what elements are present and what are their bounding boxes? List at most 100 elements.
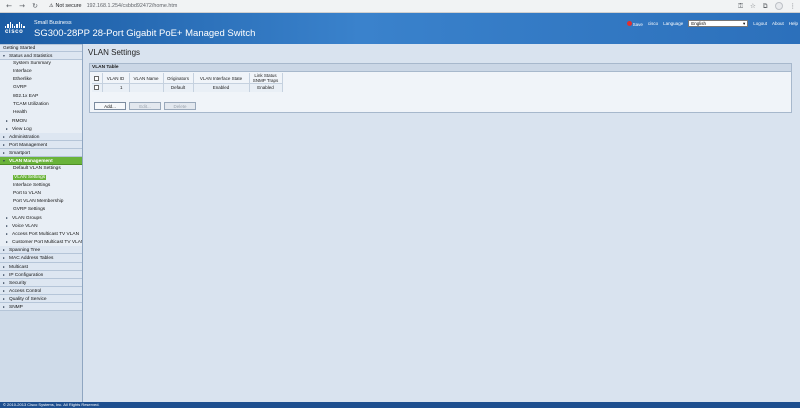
- sidebar-item-label: Administration: [9, 135, 40, 141]
- logo-text: cisco: [5, 29, 24, 35]
- sidebar-item-getting-started[interactable]: Getting Started: [0, 44, 82, 53]
- sidebar-item-health[interactable]: Health: [0, 108, 82, 117]
- sidebar-item-label: 802.1x EAP: [13, 93, 39, 99]
- sidebar-item-label: Customer Port Multicast TV VLAN: [12, 240, 83, 246]
- address-bar[interactable]: ⚠ Not secure 192.168.1.254/csbbd92472/ho…: [49, 2, 177, 11]
- sidebar-item-smartport[interactable]: ▸ Smartport: [0, 149, 82, 158]
- forward-icon[interactable]: →: [17, 1, 27, 11]
- cell-originators: Default: [163, 83, 194, 92]
- sidebar-item-gvrp-settings[interactable]: GVRP Settings: [0, 205, 82, 214]
- sidebar-item-label: Interface: [13, 69, 32, 75]
- select-all-cell: [92, 73, 103, 84]
- sidebar-item-default-vlan-settings[interactable]: Default VLAN Settings: [0, 165, 82, 174]
- sidebar-item-system-summary[interactable]: System Summary: [0, 60, 82, 69]
- add-button[interactable]: Add...: [94, 102, 126, 110]
- col-link-status: Link Status SNMP Traps: [249, 73, 283, 84]
- sidebar-item-security[interactable]: ▸ Security: [0, 278, 82, 287]
- sidebar-item-snmp[interactable]: ▸ SNMP: [0, 303, 82, 312]
- sidebar-item-label: Port Management: [9, 143, 48, 149]
- col-originators: Originators: [163, 73, 194, 84]
- sidebar-item-label: Port VLAN Membership: [13, 198, 64, 204]
- sidebar-item-label: Access Port Multicast TV VLAN: [12, 232, 80, 238]
- sidebar-item-multicast[interactable]: ▸ Multicast: [0, 262, 82, 271]
- sidebar-item-interface[interactable]: Interface: [0, 68, 82, 77]
- sidebar-item-label: Multicast: [9, 264, 28, 270]
- warning-icon: ⚠: [49, 3, 54, 9]
- sidebar-item-label: Health: [13, 109, 27, 115]
- sidebar-item-label: Getting Started: [3, 46, 36, 51]
- sidebar-item-label: MAC Address Tables: [9, 256, 54, 262]
- sidebar-item-label: Port to VLAN: [13, 190, 41, 196]
- language-select[interactable]: English ▾: [688, 20, 749, 27]
- sidebar-item-802-1x-eap[interactable]: 802.1x EAP: [0, 92, 82, 101]
- delete-button[interactable]: Delete: [164, 102, 196, 110]
- save-link[interactable]: Save: [626, 20, 643, 27]
- bookmark-star-icon[interactable]: ☆: [750, 2, 756, 10]
- help-link[interactable]: Help: [789, 21, 798, 26]
- sidebar-item-ip-configuration[interactable]: ▸ IP Configuration: [0, 270, 82, 279]
- cisco-bridge-icon: [5, 22, 31, 28]
- cell-vlan-name: [129, 83, 164, 92]
- sidebar-item-vlan-groups[interactable]: ▸ VLAN Groups: [0, 213, 82, 223]
- profile-avatar[interactable]: [774, 2, 783, 10]
- sidebar-nav: Getting Started ▾ Status and Statistics Sys…: [0, 44, 83, 402]
- sidebar-item-tcam-utilization[interactable]: TCAM Utilization: [0, 100, 82, 109]
- sidebar-item-rmon[interactable]: ▸ RMON: [0, 116, 82, 125]
- app-header: cisco Small Business SG300-28PP 28-Port …: [0, 13, 800, 44]
- about-link[interactable]: About: [772, 21, 784, 26]
- page-title: VLAN Settings: [88, 48, 141, 57]
- sidebar-item-port-to-vlan[interactable]: Port to VLAN: [0, 189, 82, 198]
- col-snmp-traps-label: SNMP Traps: [252, 78, 279, 83]
- sidebar-item-etherlike[interactable]: Etherlike: [0, 76, 82, 85]
- sidebar-item-interface-settings[interactable]: Interface Settings: [0, 181, 82, 190]
- product-name: SG300-28PP 28-Port Gigabit PoE+ Managed …: [34, 28, 256, 39]
- sidebar-item-access-port-multicast-tv-vlan[interactable]: ▸ Access Port Multicast TV VLAN: [0, 230, 82, 239]
- url-text[interactable]: 192.168.1.254/csbbd92472/home.htm: [87, 3, 178, 9]
- sidebar-item-administration[interactable]: ▸ Administration: [0, 133, 82, 142]
- sidebar-item-gvrp[interactable]: GVRP: [0, 84, 82, 93]
- sidebar-item-label: Quality of Service: [9, 296, 47, 302]
- security-label: Not secure: [55, 3, 82, 9]
- sidebar-item-voice-vlan[interactable]: ▸ Voice VLAN: [0, 222, 82, 231]
- browser-toolbar: ← → ↻ ⚠ Not secure 192.168.1.254/csbbd92…: [0, 0, 800, 13]
- sidebar-item-spanning-tree[interactable]: ▸ Spanning Tree: [0, 246, 82, 255]
- sidebar-item-mac-address-tables[interactable]: ▸ MAC Address Tables: [0, 254, 82, 263]
- row-select-cell: [92, 83, 103, 92]
- sidebar-item-vlan-settings[interactable]: VLAN Settings: [0, 173, 82, 182]
- sidebar-item-vlan-management[interactable]: ▾ VLAN Management: [0, 157, 82, 166]
- sidebar-item-port-management[interactable]: ▸ Port Management: [0, 141, 82, 150]
- main-content: VLAN Settings VLAN Table VLAN ID VLAN Na…: [84, 44, 800, 402]
- cell-link-status: Enabled: [249, 83, 283, 92]
- back-icon[interactable]: ←: [4, 1, 14, 11]
- vlan-table-panel: VLAN Table VLAN ID VLAN Name Originators…: [89, 63, 792, 113]
- extensions-icon[interactable]: ⧉: [763, 2, 768, 11]
- select-all-checkbox[interactable]: [94, 75, 100, 81]
- user-name: cisco: [647, 21, 659, 26]
- col-vlan-id: VLAN ID: [102, 73, 130, 84]
- small-business-label: Small Business: [34, 20, 72, 26]
- sidebar-item-label: View Log: [12, 126, 32, 132]
- sidebar-item-access-control[interactable]: ▸ Access Control: [0, 286, 82, 295]
- sidebar-item-view-log[interactable]: ▸ View Log: [0, 124, 82, 134]
- save-alert-icon: [626, 20, 632, 26]
- sidebar-item-status-and-statistics[interactable]: ▾ Status and Statistics: [0, 52, 82, 61]
- cell-interface-state: Enabled: [193, 83, 250, 92]
- sidebar-item-label: VLAN Management: [9, 159, 53, 165]
- logout-link[interactable]: Logout: [753, 21, 767, 26]
- sidebar-item-label: Interface Settings: [13, 182, 51, 188]
- sidebar-item-label: Smartport: [9, 151, 31, 157]
- menu-dots-icon[interactable]: ⋮: [790, 2, 797, 10]
- edit-button[interactable]: Edit...: [129, 102, 161, 110]
- reload-icon[interactable]: ↻: [30, 1, 40, 11]
- password-key-icon[interactable]: ⚿: [738, 2, 743, 11]
- row-checkbox[interactable]: [94, 85, 100, 91]
- table-row[interactable]: 1 Default Enabled Enabled: [92, 83, 283, 92]
- sidebar-item-quality-of-service[interactable]: ▸ Quality of Service: [0, 294, 82, 303]
- sidebar-item-port-vlan-membership[interactable]: Port VLAN Membership: [0, 197, 82, 206]
- cell-vlan-id: 1: [102, 83, 130, 92]
- sidebar-item-label: TCAM Utilization: [13, 101, 49, 107]
- sidebar-item-label: Default VLAN Settings: [13, 166, 61, 172]
- cisco-logo: cisco: [5, 22, 31, 38]
- sidebar-item-customer-port-multicast-tv-vlan[interactable]: ▸ Customer Port Multicast TV VLAN: [0, 238, 83, 247]
- sidebar-item-label: GVRP: [13, 85, 27, 91]
